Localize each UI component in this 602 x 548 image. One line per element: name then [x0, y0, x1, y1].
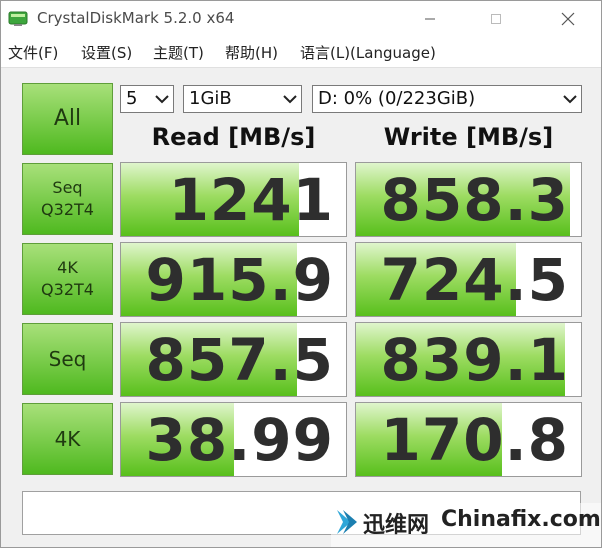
read-result-cell: 38.99	[120, 402, 347, 477]
menu-help[interactable]: 帮助(H)	[225, 42, 278, 63]
read-value: 857.5	[145, 326, 334, 394]
close-icon	[561, 12, 575, 26]
read-value: 1241	[168, 166, 334, 234]
4k-q32t4-button[interactable]: 4K Q32T4	[22, 243, 113, 315]
maximize-button[interactable]	[473, 1, 519, 37]
size-select[interactable]: 1GiB	[183, 85, 302, 113]
write-result-cell: 170.8	[355, 402, 582, 477]
all-button-label: All	[53, 106, 82, 131]
chevron-down-icon	[563, 95, 577, 104]
title-bar[interactable]: CrystalDiskMark 5.2.0 x64	[1, 1, 601, 37]
seq-button[interactable]: Seq	[22, 323, 113, 395]
chevron-down-icon	[283, 95, 297, 104]
write-value: 170.8	[380, 406, 569, 474]
menu-file[interactable]: 文件(F)	[8, 42, 58, 63]
menu-settings[interactable]: 设置(S)	[81, 42, 132, 63]
read-value: 38.99	[145, 406, 334, 474]
read-result-cell: 857.5	[120, 322, 347, 397]
all-button[interactable]: All	[22, 83, 113, 155]
read-result-cell: 915.9	[120, 242, 347, 317]
close-button[interactable]	[545, 1, 591, 37]
test-label-1: Seq	[48, 347, 87, 371]
window-title: CrystalDiskMark 5.2.0 x64	[37, 9, 235, 27]
watermark-en-text: Chinafix.com	[441, 507, 601, 532]
write-result-cell: 858.3	[355, 162, 582, 237]
chinafix-logo-icon	[337, 510, 357, 534]
runs-select[interactable]: 5	[120, 85, 174, 113]
write-value: 724.5	[380, 246, 569, 314]
app-window: CrystalDiskMark 5.2.0 x64 文件(F) 设置(S) 主题…	[0, 0, 602, 548]
test-label-1: 4K	[57, 258, 78, 277]
seq-q32t4-button[interactable]: Seq Q32T4	[22, 163, 113, 235]
write-column-header: Write [MB/s]	[383, 123, 554, 151]
read-value: 915.9	[145, 246, 334, 314]
read-result-cell: 1241	[120, 162, 347, 237]
test-label-1: Seq	[52, 178, 83, 197]
chevron-down-icon	[155, 95, 169, 104]
minimize-button[interactable]	[407, 1, 453, 37]
watermark-cn-text: 迅维网	[363, 513, 430, 538]
test-label-2: Q32T4	[41, 200, 94, 219]
write-value: 858.3	[380, 166, 569, 234]
read-column-header: Read [MB/s]	[151, 123, 316, 151]
drive-select[interactable]: D: 0% (0/223GiB)	[312, 85, 582, 113]
menu-theme[interactable]: 主题(T)	[153, 42, 204, 63]
write-value: 839.1	[380, 326, 569, 394]
crystaldiskmark-app-icon	[8, 11, 28, 26]
minimize-icon	[425, 18, 435, 20]
write-result-cell: 839.1	[355, 322, 582, 397]
drive-value: D: 0% (0/223GiB)	[318, 88, 476, 109]
size-value: 1GiB	[189, 88, 232, 109]
test-label-2: Q32T4	[41, 280, 94, 299]
test-label-1: 4K	[54, 427, 81, 451]
menu-bar: 文件(F) 设置(S) 主题(T) 帮助(H) 语言(L)(Language)	[1, 37, 601, 68]
runs-value: 5	[126, 88, 138, 109]
4k-button[interactable]: 4K	[22, 403, 113, 475]
maximize-icon	[491, 14, 501, 24]
write-result-cell: 724.5	[355, 242, 582, 317]
menu-language[interactable]: 语言(L)(Language)	[300, 42, 436, 63]
